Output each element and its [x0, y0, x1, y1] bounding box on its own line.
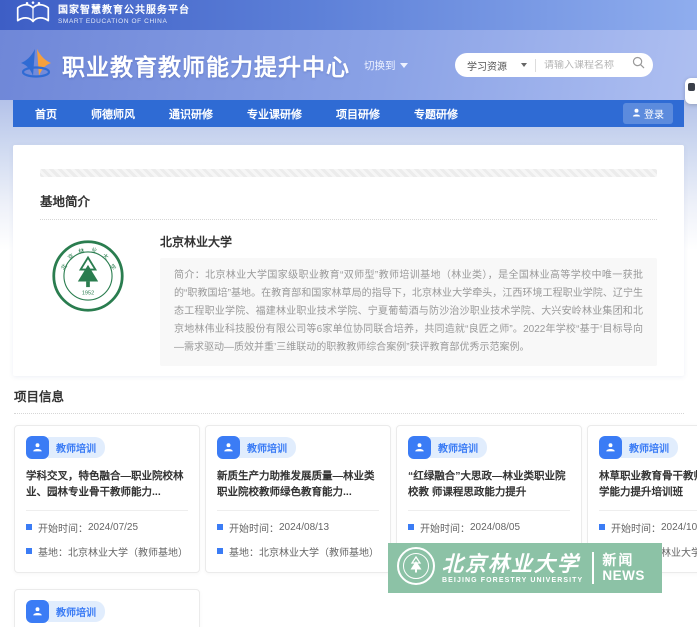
project-title: “红绿融合”大思政—林业类职业院校教 师课程思政能力提升 — [408, 470, 566, 499]
bfu-seal-icon — [396, 546, 436, 591]
divider — [408, 509, 570, 511]
switch-label: 切换到 — [364, 59, 396, 72]
edge-widget-icon — [688, 83, 695, 91]
login-button[interactable]: 登录 — [623, 103, 673, 124]
project-start-date: 开始时间：2024/10/15 — [599, 520, 697, 535]
teacher-training-icon — [408, 436, 431, 459]
base-value: 北京林业大学（教师基地） — [68, 547, 188, 559]
start-label: 开始时间： — [229, 523, 279, 535]
project-base: 基地：北京林业大学（教师基地） — [217, 544, 379, 559]
bullet-icon — [26, 524, 32, 531]
bullet-icon — [217, 524, 223, 531]
center-header: 职业教育教师能力提升中心 切换到 学习资源 — [0, 30, 697, 104]
teacher-training-icon — [217, 436, 240, 459]
chevron-down-icon — [399, 62, 408, 68]
page: 国家智慧教育公共服务平台 SMART EDUCATION OF CHINA 职业… — [0, 0, 697, 627]
start-label: 开始时间： — [420, 523, 470, 535]
bullet-icon — [26, 548, 32, 555]
search-bar: 学习资源 — [455, 53, 653, 77]
svg-text:1952: 1952 — [82, 291, 94, 297]
nav-item-teacher-ethics[interactable]: 师德师风 — [91, 106, 135, 122]
user-icon — [632, 108, 641, 120]
start-value: 2024/07/25 — [88, 521, 139, 533]
nav-item-project-training[interactable]: 项目研修 — [336, 106, 380, 122]
university-seal: 1952 北 京 林 业 大 学 — [40, 233, 136, 366]
card-category-badge: 教师培训 — [48, 437, 105, 458]
project-title: 学科交叉，特色融合—职业院校林业、园林专业骨干教师能力... — [26, 470, 184, 499]
search-input[interactable] — [544, 59, 632, 71]
start-value: 2024/08/05 — [470, 521, 521, 533]
search-category-select[interactable]: 学习资源 — [467, 58, 527, 73]
project-card[interactable]: 教师培训 新质生产力助推发展质量—林业类职业院校教师绿色教育能力... 开始时间… — [205, 425, 391, 573]
project-base: 基地：北京林业大学（教师基地） — [26, 544, 188, 559]
base-label: 基地： — [229, 547, 259, 559]
teacher-training-icon — [26, 599, 49, 623]
bfu-news-watermark: 北京林业大学 BEIJING FORESTRY UNIVERSITY 新闻 NE… — [388, 543, 662, 593]
bullet-icon — [217, 548, 223, 555]
bullet-icon — [599, 524, 605, 531]
project-title: 新质生产力助推发展质量—林业类职业院校教师绿色教育能力... — [217, 470, 375, 499]
login-label: 登录 — [644, 110, 664, 121]
project-cards-row-2: 教师培训 智慧林业骨干教师研修 开始时间：2024/06/28 基地：北京林业大… — [14, 588, 684, 627]
card-category-badge: 教师培训 — [239, 437, 296, 458]
divider — [599, 509, 697, 511]
divider — [535, 58, 536, 72]
watermark-news-en: NEWS — [602, 568, 645, 584]
university-name: 北京林业大学 — [160, 235, 233, 249]
start-value: 2024/08/13 — [279, 521, 330, 533]
watermark-university-en: BEIJING FORESTRY UNIVERSITY — [442, 576, 584, 584]
bullet-icon — [408, 524, 414, 531]
projects-section-title: 项目信息 — [14, 390, 65, 404]
floating-edge-widget[interactable] — [685, 78, 697, 104]
card-category-badge: 教师培训 — [430, 437, 487, 458]
nav-item-special-training[interactable]: 专题研修 — [414, 106, 458, 122]
card-category-badge: 教师培训 — [621, 437, 678, 458]
platform-top-bar: 国家智慧教育公共服务平台 SMART EDUCATION OF CHINA — [0, 0, 697, 30]
project-start-date: 开始时间： 2024/08/05 — [408, 520, 570, 535]
project-start-date: 开始时间： 2024/08/13 — [217, 520, 379, 535]
teacher-training-icon — [26, 436, 49, 459]
watermark-university-cn: 北京林业大学 — [442, 550, 580, 576]
banner-placeholder-strip — [40, 169, 657, 177]
base-intro-card: 基地简介 1952 北 京 林 业 大 学 北京林业大学 简介：北京林业大学国家… — [13, 145, 684, 376]
page-title: 职业教育教师能力提升中心 — [62, 54, 350, 80]
dotted-divider — [40, 219, 657, 220]
base-description: 简介：北京林业大学国家级职业教育“双师型”教师培训基地（林业类），是全国林业高等… — [160, 258, 657, 366]
base-intro-title: 基地简介 — [40, 195, 91, 209]
search-category-value: 学习资源 — [467, 61, 507, 73]
center-logo-icon — [18, 45, 54, 86]
project-card[interactable]: 教师培训 学科交叉，特色融合—职业院校林业、园林专业骨干教师能力... 开始时间… — [14, 425, 200, 573]
watermark-news-block: 新闻 NEWS — [592, 552, 645, 584]
start-value: 2024/10/15 — [661, 521, 697, 533]
chevron-down-icon — [521, 63, 527, 67]
dotted-divider — [14, 413, 684, 414]
divider — [217, 509, 379, 511]
start-label: 开始时间： — [611, 523, 661, 535]
divider — [26, 509, 188, 511]
nav-item-home[interactable]: 首页 — [35, 106, 57, 122]
nav-item-general-training[interactable]: 通识研修 — [169, 106, 213, 122]
open-book-logo-icon — [16, 0, 50, 30]
project-start-date: 开始时间： 2024/07/25 — [26, 520, 188, 535]
platform-name-en: SMART EDUCATION OF CHINA — [58, 17, 168, 25]
start-label: 开始时间： — [38, 523, 88, 535]
switch-center-dropdown[interactable]: 切换到 — [364, 58, 408, 73]
watermark-news-cn: 新闻 — [602, 552, 635, 569]
teacher-training-icon — [599, 436, 622, 459]
project-card[interactable]: 教师培训 智慧林业骨干教师研修 开始时间：2024/06/28 基地：北京林业大… — [14, 588, 200, 627]
card-category-badge: 教师培训 — [48, 600, 105, 622]
search-icon[interactable] — [632, 56, 645, 74]
base-label: 基地： — [38, 547, 68, 559]
main-nav: 首页 师德师风 通识研修 专业课研修 项目研修 专题研修 登录 — [13, 100, 684, 127]
platform-name: 国家智慧教育公共服务平台 — [58, 4, 190, 16]
base-value: 北京林业大学（教师基地） — [259, 547, 379, 559]
project-title: 林草职业教育骨干教师课程思政教学能力提升培训班 — [599, 470, 697, 499]
nav-item-professional-training[interactable]: 专业课研修 — [247, 106, 302, 122]
